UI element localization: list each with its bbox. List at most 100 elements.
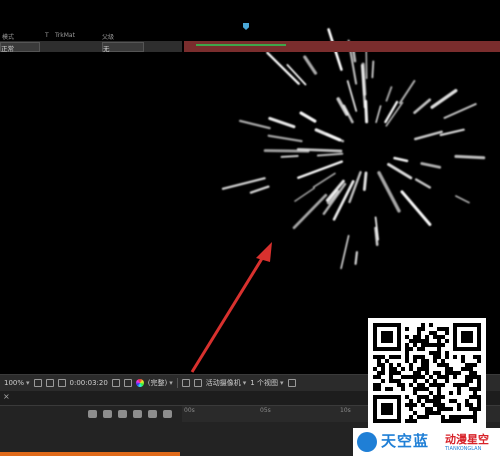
layer-track[interactable] (184, 41, 500, 52)
qr-module (417, 367, 421, 371)
qr-module (445, 379, 449, 383)
qr-module (457, 371, 461, 375)
camera-dropdown[interactable]: 活动摄像机 (206, 378, 247, 388)
grid-icon[interactable] (33, 379, 42, 387)
column-t: T (45, 32, 49, 39)
qr-module (445, 363, 449, 367)
qr-module (473, 387, 477, 391)
qr-module (397, 371, 401, 375)
motion-blur-icon[interactable] (133, 410, 142, 418)
qr-module (457, 419, 461, 423)
zoom-dropdown[interactable]: 100% (4, 379, 30, 387)
qr-module (397, 379, 401, 383)
qr-module (389, 375, 393, 379)
qr-module (377, 387, 381, 391)
qr-module (373, 355, 377, 359)
qr-module (405, 343, 409, 347)
qr-module (413, 371, 417, 375)
qr-module (469, 395, 473, 399)
show-snapshot-icon[interactable] (123, 379, 132, 387)
qr-module (377, 375, 381, 379)
qr-module (393, 355, 397, 359)
qr-module (473, 391, 477, 395)
particle-streak (263, 149, 310, 153)
qr-module (441, 343, 445, 347)
qr-module (429, 343, 433, 347)
snapshot-icon[interactable] (57, 379, 66, 387)
frame-blend-icon[interactable] (118, 410, 127, 418)
qr-module (421, 323, 425, 327)
qr-module (465, 375, 469, 379)
particle-streak (400, 190, 432, 226)
qr-module (413, 391, 417, 395)
views-dropdown[interactable]: 1 个视图 (250, 378, 283, 388)
shy-icon[interactable] (88, 410, 97, 418)
ruler-label: 10s (340, 407, 351, 414)
qr-module (453, 355, 457, 359)
brainstorm-icon[interactable] (148, 410, 157, 418)
qr-module (389, 363, 393, 367)
layer-bar[interactable] (196, 44, 286, 46)
qr-module (437, 399, 441, 403)
qr-module (449, 399, 453, 403)
roi-icon[interactable] (181, 379, 190, 387)
qr-module (473, 363, 477, 367)
particle-streak (385, 86, 393, 102)
qr-module (393, 379, 397, 383)
mode-dropdown[interactable]: 正常 (0, 42, 40, 53)
particle-streak (365, 47, 368, 80)
transparency-grid-icon[interactable] (193, 379, 202, 387)
layer-row[interactable]: 正常 无 (0, 41, 182, 53)
qr-module (409, 347, 413, 351)
qr-finder (381, 331, 393, 343)
resolution-dropdown[interactable]: (完整) (148, 378, 173, 388)
qr-module (389, 387, 393, 391)
qr-module (429, 331, 433, 335)
qr-finder (381, 403, 393, 415)
parent-dropdown[interactable]: 无 (102, 42, 144, 53)
qr-module (469, 375, 473, 379)
qr-module (473, 395, 477, 399)
camera-icon[interactable] (111, 379, 120, 387)
qr-module (389, 379, 393, 383)
qr-module (473, 415, 477, 419)
qr-module (413, 359, 417, 363)
qr-pattern (373, 323, 481, 423)
qr-module (437, 343, 441, 347)
qr-module (469, 363, 473, 367)
qr-module (425, 399, 429, 403)
qr-module (477, 407, 481, 411)
qr-module (421, 367, 425, 371)
qr-module (421, 343, 425, 347)
qr-module (381, 367, 385, 371)
column-mode: 模式 (2, 34, 15, 41)
qr-module (405, 327, 409, 331)
qr-module (457, 403, 461, 407)
close-icon[interactable]: × (3, 392, 10, 401)
qr-module (445, 351, 449, 355)
qr-module (457, 391, 461, 395)
particle-streak (268, 116, 296, 129)
mask-icon[interactable] (45, 379, 54, 387)
qr-module (417, 371, 421, 375)
views-icon[interactable] (287, 379, 296, 387)
qr-module (433, 335, 437, 339)
qr-module (393, 371, 397, 375)
qr-module (381, 379, 385, 383)
qr-module (401, 383, 405, 387)
draft-3d-icon[interactable] (103, 410, 112, 418)
qr-module (433, 379, 437, 383)
qr-module (417, 339, 421, 343)
ruler-label: 05s (260, 407, 271, 414)
timecode[interactable]: 0:00:03:20 (70, 379, 108, 387)
qr-module (445, 419, 449, 423)
qr-module (421, 355, 425, 359)
particle-streak (414, 178, 432, 189)
qr-module (461, 367, 465, 371)
particle-streak (238, 119, 271, 130)
qr-module (425, 415, 429, 419)
color-wheel-icon[interactable] (135, 379, 144, 387)
qr-module (445, 367, 449, 371)
qr-module (429, 323, 433, 327)
graph-editor-icon[interactable] (163, 410, 172, 418)
